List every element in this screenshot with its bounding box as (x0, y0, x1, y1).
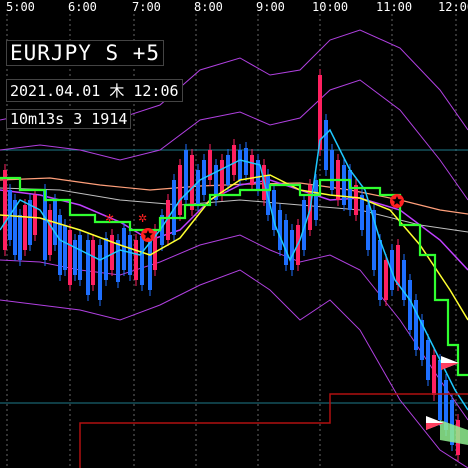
candle-body (220, 160, 224, 195)
time-label-5: 10:00 (312, 0, 349, 14)
price-chart[interactable]: ✲ ✲ 5:00 6:00 7:00 8:00 9:00 10:00 11:00 … (0, 0, 468, 468)
signal-glyph-b: ✲ (138, 212, 147, 225)
candle-body (178, 165, 182, 215)
candle-body (396, 245, 400, 285)
candle-body (68, 230, 72, 285)
candle-body (226, 155, 230, 185)
candle-body (140, 236, 144, 285)
candle-body (78, 235, 82, 280)
time-label-6: 11:00 (376, 0, 413, 14)
candle-body (33, 195, 37, 235)
candle-body (384, 260, 388, 300)
candle-body (48, 210, 52, 255)
candle-body (86, 240, 90, 295)
candle-body (232, 145, 236, 175)
candle-body (128, 235, 132, 275)
time-label-0: 5:00 (6, 0, 35, 14)
candle-body (148, 240, 152, 290)
time-label-3: 8:00 (194, 0, 223, 14)
step-line-red (79, 393, 468, 468)
candle-body (238, 150, 242, 180)
candle-body (23, 205, 27, 250)
candle-body (134, 240, 138, 280)
candle-body (28, 200, 32, 245)
datetime-label: 2021.04.01 木 12:06 (6, 79, 183, 102)
candle-body (91, 240, 95, 285)
chart-canvas: ✲ ✲ (0, 14, 468, 468)
candle-body (330, 150, 334, 190)
time-label-2: 7:00 (132, 0, 161, 14)
candle-body (348, 170, 352, 210)
candle-body (284, 220, 288, 265)
candle-body (73, 240, 77, 275)
candle-body (122, 228, 126, 270)
candle-body (250, 155, 254, 185)
time-label-1: 6:00 (68, 0, 97, 14)
candle-body (426, 340, 430, 380)
star-signal-icon (141, 228, 155, 242)
signal-glyph-a: ✲ (105, 212, 114, 225)
candle-body (432, 355, 436, 395)
candle-body (414, 300, 418, 350)
candle-body (354, 185, 358, 215)
time-label-4: 9:00 (256, 0, 285, 14)
symbol-label: EURJPY S +5 (6, 40, 165, 66)
candle-body (290, 230, 294, 270)
candle-body (324, 120, 328, 170)
candle-body (104, 238, 108, 280)
sell-arrow-icon (441, 356, 459, 370)
candle-body (18, 215, 22, 260)
candle-body (98, 245, 102, 300)
candle-body (408, 280, 412, 330)
time-label-7: 12:00 (438, 0, 468, 14)
candle-body (366, 205, 370, 250)
candle-body (190, 155, 194, 210)
candle-body (63, 225, 67, 270)
star-signal-icon (390, 194, 404, 208)
candle-body (378, 240, 382, 300)
candle-body (196, 170, 200, 205)
candle-body (3, 170, 7, 250)
bar-counter-label: 10m13s 3 1914 (6, 109, 132, 129)
candle-body (360, 195, 364, 230)
candle-body (116, 240, 120, 282)
candle-body (314, 180, 318, 220)
candle-body (278, 210, 282, 250)
candle-body (342, 165, 346, 205)
